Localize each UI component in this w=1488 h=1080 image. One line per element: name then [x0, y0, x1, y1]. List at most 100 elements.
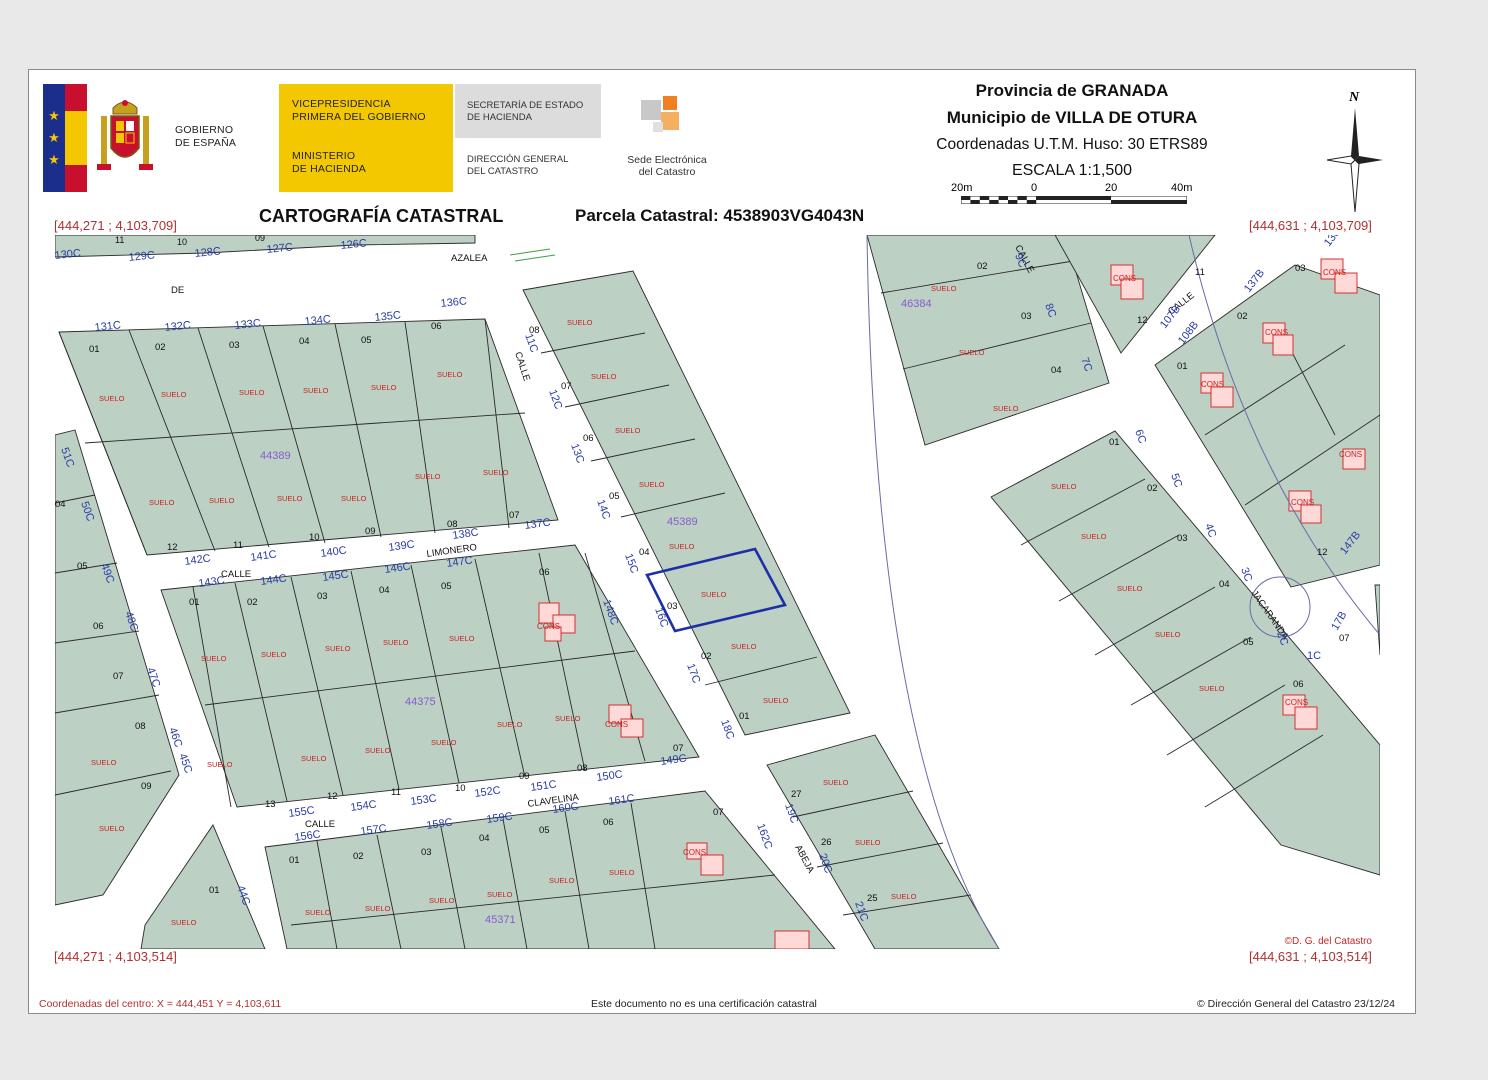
suelo-label: SUELO	[371, 383, 397, 392]
suelo-label: SUELO	[91, 758, 117, 767]
cons-label: CONS	[1291, 498, 1314, 507]
north-arrow: N	[1325, 90, 1385, 212]
suelo-label: SUELO	[303, 386, 329, 395]
parcel-number: 08	[135, 721, 146, 732]
suelo-label: SUELO	[201, 654, 227, 663]
suelo-label: SUELO	[341, 494, 367, 503]
parcel-number: 09	[519, 771, 530, 782]
block-id: 46384	[901, 298, 932, 310]
escala-label: ESCALA 1:1,500	[1011, 162, 1133, 179]
parcel-number: 05	[441, 581, 452, 592]
suelo-label: SUELO	[437, 370, 463, 379]
gobierno-label: GOBIERNO DE ESPAÑA	[175, 124, 237, 149]
parcel-number: 02	[1147, 483, 1158, 494]
parcel-number: 06	[539, 567, 550, 578]
parcel-number: 07	[561, 381, 572, 392]
suelo-label: SUELO	[365, 746, 391, 755]
cons-label: CONS	[683, 848, 706, 857]
parcel-number: 04	[1051, 365, 1062, 376]
parcel-number: 04	[479, 833, 490, 844]
parcel-number: 01	[189, 597, 200, 608]
suelo-label: SUELO	[993, 404, 1019, 413]
corner-coord-bottom-left: [444,271 ; 4,103,514]	[54, 949, 177, 964]
secretaria-label: SECRETARÍA DE ESTADO DE HACIENDA	[467, 100, 584, 123]
parcel-number: 02	[701, 651, 712, 662]
parcel-number: 11	[115, 235, 124, 245]
cons-label: CONS	[1339, 450, 1362, 459]
scale-bar: 20m 0 20 40m	[949, 182, 1193, 206]
suelo-label: SUELO	[669, 542, 695, 551]
parcel-number: 02	[155, 342, 166, 353]
parcel-number: 01	[1177, 361, 1188, 372]
parcel-number: 12	[1137, 315, 1148, 326]
vicepresidencia-label: VICEPRESIDENCIA PRIMERA DEL GOBIERNO	[292, 98, 426, 123]
parcel-number: 12	[167, 542, 178, 553]
gobierno-block: GOBIERNO DE ESPAÑA	[89, 84, 279, 192]
street-name: AZALEA	[451, 253, 488, 264]
suelo-label: SUELO	[261, 650, 287, 659]
block-id: 44389	[260, 450, 291, 462]
suelo-label: SUELO	[277, 494, 303, 503]
provincia-title: Provincia de GRANADA	[975, 81, 1169, 100]
suelo-label: SUELO	[959, 348, 985, 357]
parcel-number: 25	[867, 893, 878, 904]
suelo-label: SUELO	[161, 390, 187, 399]
cons-label: CONS	[1201, 380, 1224, 389]
cons-label: CONS	[1113, 274, 1136, 283]
parcel-number: 27	[791, 789, 802, 800]
suelo-label: SUELO	[1199, 684, 1225, 693]
disclaimer: Este documento no es una certificación c…	[591, 998, 817, 1010]
block-44389	[58, 318, 559, 556]
suelo-label: SUELO	[931, 284, 957, 293]
cadastral-map[interactable]: 44389 45389 44375 45371 46384 AZALEA DE CALLE LI…	[55, 235, 1380, 949]
parcel-number: 03	[1177, 533, 1188, 544]
suelo-label: SUELO	[615, 426, 641, 435]
parcel-number: 05	[539, 825, 550, 836]
suelo-label: SUELO	[149, 498, 175, 507]
suelo-label: SUELO	[239, 388, 265, 397]
block-id: 45371	[485, 914, 516, 926]
suelo-label: SUELO	[763, 696, 789, 705]
suelo-label: SUELO	[209, 496, 235, 505]
parcel-number: 03	[667, 601, 678, 612]
parcel-number: 04	[299, 336, 310, 347]
compass-icon	[1326, 108, 1383, 212]
scale-label: 20	[1105, 182, 1118, 194]
block-id: 45389	[667, 516, 698, 528]
parcel-number: 07	[113, 671, 124, 682]
suelo-label: SUELO	[1081, 532, 1107, 541]
parcel-number: 05	[609, 491, 620, 502]
suelo-label: SUELO	[891, 892, 917, 901]
copyright: © Dirección General del Catastro 23/12/2…	[1197, 998, 1396, 1010]
parcel-number: 13	[265, 799, 276, 810]
parcel-number: 04	[379, 585, 390, 596]
suelo-label: SUELO	[383, 638, 409, 647]
parcel-number: 12	[1317, 547, 1328, 558]
parcel-number: 07	[1339, 633, 1350, 644]
ministerio-label: MINISTERIO DE HACIENDA	[292, 150, 366, 175]
parcel-number: 01	[289, 855, 300, 866]
suelo-label: SUELO	[449, 634, 475, 643]
north-label: N	[1349, 90, 1360, 105]
parcel-number: 10	[455, 783, 466, 794]
suelo-label: SUELO	[823, 778, 849, 787]
suelo-label: SUELO	[591, 372, 617, 381]
parcel-number: 03	[229, 340, 240, 351]
eu-flag-icon: ★ ★ ★	[43, 84, 87, 192]
parcel-number: 02	[977, 261, 988, 272]
suelo-label: SUELO	[305, 908, 331, 917]
parcel-number: 06	[583, 433, 594, 444]
scale-label: 20m	[951, 182, 973, 194]
parcel-number: 02	[353, 851, 364, 862]
scale-label: 40m	[1171, 182, 1193, 194]
parcel-number: 12	[327, 791, 338, 802]
parcel-number: 06	[603, 817, 614, 828]
suelo-label: SUELO	[497, 720, 523, 729]
catastro-credit: ©D. G. del Catastro	[1284, 936, 1372, 947]
parcel-number: 06	[1293, 679, 1304, 690]
parcel-number: 01	[1109, 437, 1120, 448]
cons-label: CONS	[1265, 328, 1288, 337]
coat-of-arms-icon	[97, 100, 153, 170]
suelo-label: SUELO	[429, 896, 455, 905]
svg-text:★: ★	[48, 152, 60, 167]
